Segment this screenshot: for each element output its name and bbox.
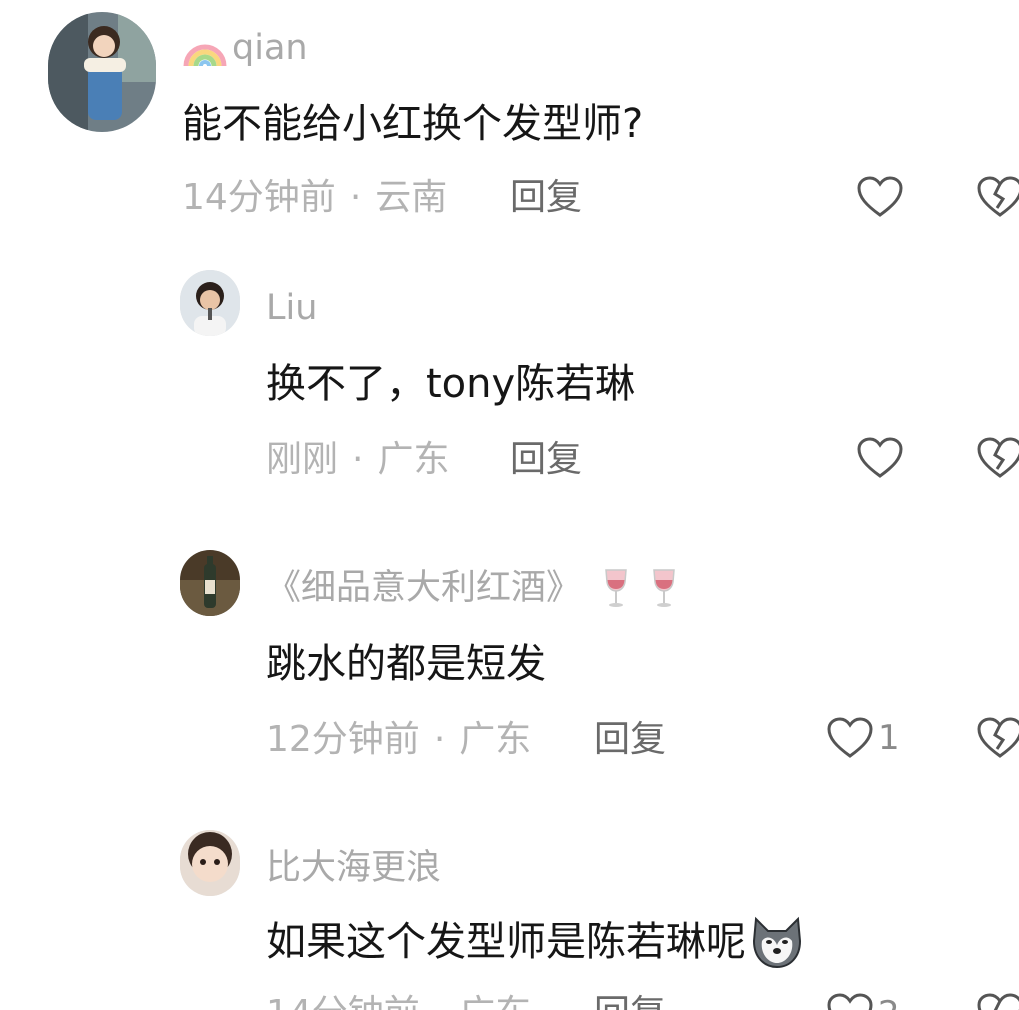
comment-location: 广东 xyxy=(377,439,450,480)
meta-separator: · xyxy=(352,439,364,480)
wine-glass-icon xyxy=(605,569,627,607)
broken-heart-icon xyxy=(977,993,1019,1010)
dislike-button[interactable] xyxy=(976,436,1019,484)
reply-item: 《细品意大利红酒》 跳水的都是短发 12分钟前 · 广东 回复 1 xyxy=(0,540,1019,780)
like-button[interactable]: 2 xyxy=(826,992,900,1010)
dislike-button[interactable] xyxy=(976,716,1019,764)
comment-text: 跳水的都是短发 xyxy=(266,641,546,687)
reply-item: Liu 换不了，tony陈若琳 刚刚 · 广东 回复 xyxy=(0,260,1019,500)
username-text: qian xyxy=(232,27,308,68)
heart-icon xyxy=(827,717,873,758)
reply-button[interactable]: 回复 xyxy=(594,722,666,758)
username[interactable]: 《细品意大利红酒》 xyxy=(266,566,681,610)
avatar[interactable] xyxy=(180,550,240,616)
comment-location: 广东 xyxy=(459,993,531,1010)
reply-button[interactable]: 回复 xyxy=(510,442,582,478)
husky-emoji-icon xyxy=(752,916,802,969)
comment-meta: 14分钟前 · 云南 xyxy=(182,180,447,216)
like-button[interactable] xyxy=(856,175,908,219)
avatar[interactable] xyxy=(180,270,240,336)
avatar-image xyxy=(48,12,156,132)
avatar-image xyxy=(180,270,240,336)
avatar-image xyxy=(180,830,240,896)
comment-text: 换不了，tony陈若琳 xyxy=(266,361,636,407)
avatar[interactable] xyxy=(48,12,156,132)
meta-separator: · xyxy=(434,993,445,1010)
comment-time: 刚刚 xyxy=(266,439,339,480)
broken-heart-icon xyxy=(977,717,1019,758)
reply-button[interactable]: 回复 xyxy=(510,180,582,216)
rainbow-icon xyxy=(183,44,227,67)
reply-item: 比大海更浪 如果这个发型师是陈若琳呢 14分钟前 · 广东 回复 2 xyxy=(0,820,1019,1010)
like-button[interactable] xyxy=(856,436,908,480)
username[interactable]: qian xyxy=(182,26,308,70)
comment-text: 如果这个发型师是陈若琳呢 xyxy=(266,916,806,969)
reply-button[interactable]: 回复 xyxy=(594,996,666,1010)
like-count: 1 xyxy=(878,718,900,758)
broken-heart-icon xyxy=(977,176,1019,217)
comment-time: 14分钟前 xyxy=(266,993,420,1010)
comment-item: qian 能不能给小红换个发型师? 14分钟前 · 云南 回复 xyxy=(0,0,1019,240)
heart-icon xyxy=(857,176,903,217)
comment-meta: 刚刚 · 广东 xyxy=(266,442,449,478)
broken-heart-icon xyxy=(977,437,1019,478)
wine-glass-icon xyxy=(653,569,675,607)
comment-location: 广东 xyxy=(459,719,532,760)
meta-separator: · xyxy=(433,719,446,760)
comment-meta: 14分钟前 · 广东 xyxy=(266,996,531,1010)
avatar[interactable] xyxy=(180,830,240,896)
dislike-button[interactable] xyxy=(976,992,1019,1010)
comment-time: 12分钟前 xyxy=(266,719,420,760)
username[interactable]: 比大海更浪 xyxy=(266,846,441,890)
comment-time: 14分钟前 xyxy=(182,177,336,218)
dislike-button[interactable] xyxy=(976,175,1019,223)
username-text: 《细品意大利红酒》 xyxy=(266,567,582,608)
like-button[interactable]: 1 xyxy=(826,716,900,760)
comment-location: 云南 xyxy=(375,177,448,218)
avatar-image xyxy=(180,550,240,616)
comment-text: 能不能给小红换个发型师? xyxy=(182,101,644,147)
heart-icon xyxy=(827,993,873,1010)
comment-meta: 12分钟前 · 广东 xyxy=(266,722,531,758)
meta-separator: · xyxy=(349,177,362,218)
comment-text-content: 如果这个发型师是陈若琳呢 xyxy=(266,919,746,965)
username[interactable]: Liu xyxy=(266,286,317,330)
like-count: 2 xyxy=(878,997,900,1010)
heart-icon xyxy=(857,437,903,478)
